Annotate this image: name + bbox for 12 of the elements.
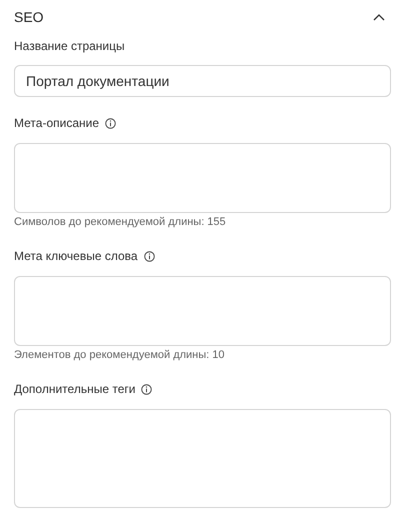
- field-label: Дополнительные теги: [14, 381, 136, 398]
- field-label: Мета ключевые слова: [14, 248, 138, 265]
- hint-text: Элементов до рекомендуемой длины: 10: [14, 348, 226, 363]
- chevron-up-icon: [373, 13, 385, 21]
- input-field[interactable]: Портал документации: [14, 65, 391, 97]
- hint-text: Символов до рекомендуемой длины: 155: [14, 215, 227, 230]
- text-area[interactable]: [14, 143, 391, 213]
- text-area[interactable]: [14, 409, 391, 508]
- text-area[interactable]: [14, 276, 391, 346]
- field-label: Название страницы: [14, 38, 125, 55]
- field-label: Мета-описание: [14, 115, 99, 132]
- section-title: SEO: [14, 8, 44, 26]
